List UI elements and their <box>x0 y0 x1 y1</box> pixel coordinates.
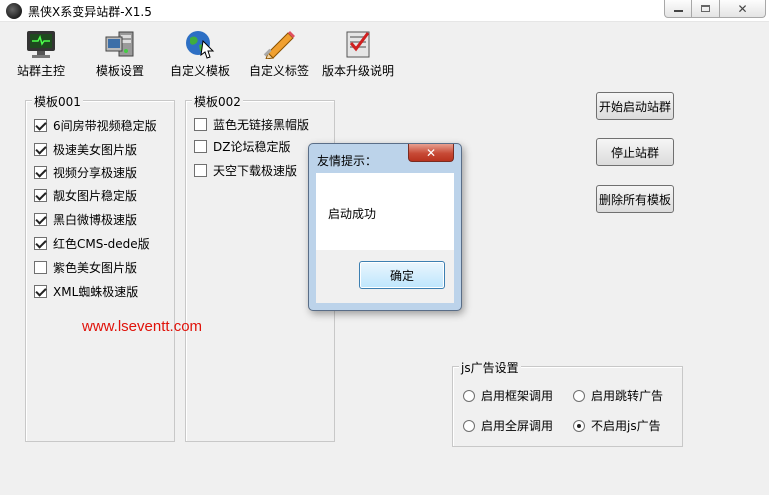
start-button[interactable]: 开始启动站群 <box>596 92 674 120</box>
window-title: 黑侠X系变异站群-X1.5 <box>28 5 152 19</box>
toolbar-item-label: 自定义模板 <box>170 64 231 78</box>
dialog-title: 友情提示： <box>317 154 378 168</box>
checkbox-label: DZ论坛稳定版 <box>213 140 291 154</box>
close-icon: ✕ <box>425 145 437 160</box>
template-option[interactable]: XML蜘蛛极速版 <box>34 283 138 300</box>
dialog-close-button[interactable]: ✕ <box>408 144 454 162</box>
checkbox[interactable] <box>34 285 47 298</box>
checkbox-label: XML蜘蛛极速版 <box>53 285 139 299</box>
dialog-body: 启动成功 <box>316 173 454 250</box>
info-dialog: 友情提示： ✕ 启动成功 确定 <box>308 143 462 311</box>
template-settings-icon <box>103 29 137 59</box>
checkbox[interactable] <box>194 164 207 177</box>
checkbox-label: 天空下载极速版 <box>213 164 298 178</box>
watermark-url: www.lseventt.com <box>82 318 203 335</box>
checklist-icon <box>341 29 375 59</box>
template-option[interactable]: 红色CMS-dede版 <box>34 235 150 252</box>
checkbox-label: 6间房带视频稳定版 <box>53 119 157 133</box>
checkbox[interactable] <box>34 166 47 179</box>
radio-button[interactable] <box>463 419 475 432</box>
maximize-icon <box>701 5 710 12</box>
app-icon <box>6 3 22 19</box>
title-bar: 黑侠X系变异站群-X1.5 ✕ <box>0 0 769 22</box>
template-option[interactable]: 极速美女图片版 <box>34 141 137 158</box>
group-legend: 模板001 <box>32 93 83 110</box>
checkbox[interactable] <box>34 213 47 226</box>
checkbox-label: 紫色美女图片版 <box>53 261 138 275</box>
toolbar-item-custom-template[interactable]: 自定义模板 <box>170 29 230 79</box>
ad-option[interactable]: 不启用js广告 <box>573 417 661 434</box>
template-option[interactable]: 蓝色无链接黑帽版 <box>194 116 309 133</box>
radio-button[interactable] <box>573 389 585 402</box>
radio-label: 启用跳转广告 <box>591 389 664 403</box>
close-icon: ✕ <box>737 1 748 16</box>
radio-button[interactable] <box>463 389 475 402</box>
stop-button[interactable]: 停止站群 <box>596 138 674 166</box>
checkbox[interactable] <box>194 118 207 131</box>
radio-label: 不启用js广告 <box>591 419 661 433</box>
dialog-message: 启动成功 <box>328 207 377 221</box>
monitor-icon <box>24 29 58 59</box>
template-option[interactable]: 6间房带视频稳定版 <box>34 117 157 134</box>
toolbar-item-label: 模板设置 <box>96 64 145 78</box>
toolbar-item-version-notes[interactable]: 版本升级说明 <box>322 29 394 79</box>
checkbox[interactable] <box>34 143 47 156</box>
checkbox-label: 靓女图片稳定版 <box>53 189 138 203</box>
checkbox[interactable] <box>194 140 207 153</box>
ad-option[interactable]: 启用全屏调用 <box>463 417 553 434</box>
delete-all-templates-button[interactable]: 删除所有模板 <box>596 185 674 213</box>
checkbox-label: 视频分享极速版 <box>53 166 138 180</box>
template-option[interactable]: 天空下载极速版 <box>194 162 297 179</box>
template-option[interactable]: 靓女图片稳定版 <box>34 187 137 204</box>
radio-label: 启用全屏调用 <box>481 419 554 433</box>
toolbar-item-template-settings[interactable]: 模板设置 <box>96 29 144 79</box>
toolbar-item-label: 自定义标签 <box>249 64 310 78</box>
ad-option[interactable]: 启用框架调用 <box>463 387 553 404</box>
template-option[interactable]: 视频分享极速版 <box>34 164 137 181</box>
checkbox[interactable] <box>34 261 47 274</box>
globe-cursor-icon <box>183 29 217 59</box>
pencil-icon <box>262 29 296 60</box>
radio-label: 启用框架调用 <box>481 389 554 403</box>
checkbox-label: 红色CMS-dede版 <box>53 237 150 251</box>
template-option[interactable]: DZ论坛稳定版 <box>194 138 290 155</box>
template-option[interactable]: 黑白微博极速版 <box>34 211 137 228</box>
ad-option[interactable]: 启用跳转广告 <box>573 387 663 404</box>
checkbox[interactable] <box>34 237 47 250</box>
minimize-icon <box>673 9 683 12</box>
checkbox-label: 蓝色无链接黑帽版 <box>213 118 310 132</box>
group-legend: 模板002 <box>192 93 243 110</box>
toolbar: 站群主控 模板设置 自定义模板 自定义标签 版本升级说明 <box>0 24 769 82</box>
template-group-001: 模板001 6间房带视频稳定版 极速美女图片版 视频分享极速版 靓女图片稳定版 … <box>25 93 175 442</box>
toolbar-item-label: 版本升级说明 <box>322 64 395 78</box>
radio-button[interactable] <box>573 419 585 432</box>
checkbox-label: 极速美女图片版 <box>53 143 138 157</box>
checkbox[interactable] <box>34 189 47 202</box>
toolbar-item-custom-tag[interactable]: 自定义标签 <box>249 29 309 79</box>
group-legend: js广告设置 <box>459 359 521 376</box>
maximize-button[interactable] <box>692 0 720 18</box>
checkbox-label: 黑白微博极速版 <box>53 213 138 227</box>
toolbar-item-site-control[interactable]: 站群主控 <box>17 29 65 79</box>
checkbox[interactable] <box>34 119 47 132</box>
toolbar-item-label: 站群主控 <box>17 64 66 78</box>
close-button[interactable]: ✕ <box>720 0 766 18</box>
minimize-button[interactable] <box>664 0 692 18</box>
dialog-ok-button[interactable]: 确定 <box>359 261 445 289</box>
js-ads-settings-group: js广告设置 启用框架调用 启用跳转广告 启用全屏调用 不启用js广告 <box>452 359 683 447</box>
template-option[interactable]: 紫色美女图片版 <box>34 259 137 276</box>
